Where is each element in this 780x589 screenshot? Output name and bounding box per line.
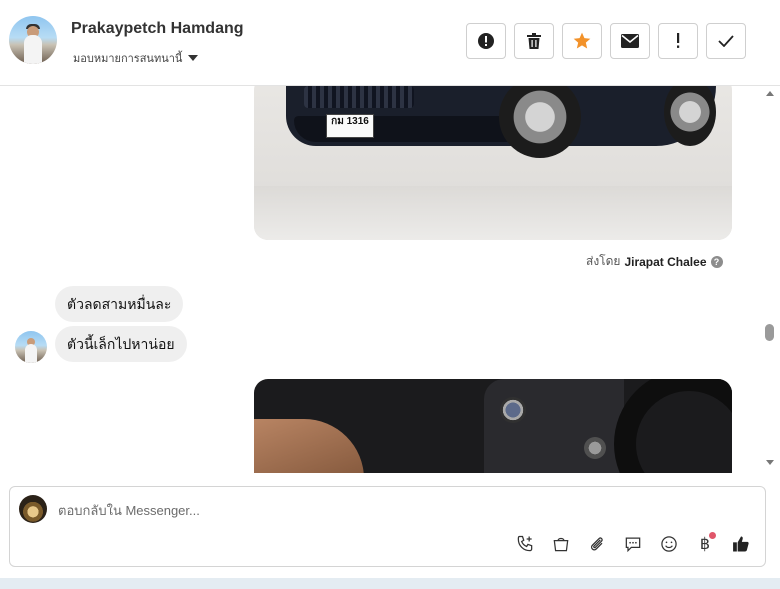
- assign-label: มอบหมายการสนทนานี้: [73, 53, 183, 65]
- emoji-icon[interactable]: [657, 532, 681, 556]
- check-icon: [718, 35, 734, 47]
- scroll-thumb[interactable]: [765, 324, 774, 341]
- composer-tools: ฿: [513, 532, 753, 556]
- interior-photo-attachment[interactable]: [254, 379, 732, 473]
- message-bubble[interactable]: ตัวนี้เล็กไปหาน่อย: [55, 326, 187, 362]
- window-bottom-edge: [0, 578, 780, 589]
- photo-detail: [614, 379, 732, 473]
- trash-icon: [527, 33, 541, 49]
- star-button[interactable]: [562, 23, 602, 59]
- thread-header: Prakaypetch Hamdang มอบหมายการสนทนานี้: [0, 0, 780, 86]
- scrollbar[interactable]: [762, 86, 778, 473]
- shopping-bag-icon[interactable]: [549, 532, 573, 556]
- avatar-detail: [25, 344, 37, 363]
- mark-unread-button[interactable]: [610, 23, 650, 59]
- envelope-icon: [621, 34, 639, 48]
- baht-icon[interactable]: ฿: [693, 532, 717, 556]
- mark-done-button[interactable]: [706, 23, 746, 59]
- mark-important-button[interactable]: [658, 23, 698, 59]
- scroll-up-arrow-icon[interactable]: [766, 91, 774, 96]
- inbox-thread-panel: Prakaypetch Hamdang มอบหมายการสนทนานี้ ก…: [0, 0, 780, 578]
- photo-detail: [254, 419, 364, 473]
- notification-dot: [709, 532, 716, 539]
- scroll-down-arrow-icon[interactable]: [766, 460, 774, 465]
- contact-name[interactable]: Prakaypetch Hamdang: [71, 20, 244, 38]
- caret-down-icon: [188, 55, 199, 61]
- avatar-detail: [24, 35, 42, 64]
- delete-button[interactable]: [514, 23, 554, 59]
- alert-circle-icon: [478, 33, 494, 49]
- contact-avatar-small: [15, 331, 47, 363]
- photo-detail: [664, 86, 716, 146]
- sent-by-line: ส่งโดย Jirapat Chalee ?: [586, 252, 723, 271]
- photo-detail: [584, 437, 606, 459]
- exclamation-icon: [677, 33, 680, 48]
- question-icon[interactable]: ?: [710, 255, 723, 268]
- paperclip-icon[interactable]: [585, 532, 609, 556]
- reply-composer: ฿: [9, 486, 766, 567]
- message-bubble[interactable]: ตัวลดสามหมื่นละ: [55, 286, 184, 322]
- star-icon: [573, 32, 591, 49]
- photo-detail: [304, 86, 414, 108]
- license-plate: กม 1316: [326, 114, 374, 138]
- assign-conversation-dropdown[interactable]: มอบหมายการสนทนานี้: [73, 49, 199, 67]
- message-list[interactable]: กม 1316 ส่งโดย Jirapat Chalee ? ตัวลดสาม…: [0, 86, 780, 473]
- thread-actions: [466, 23, 746, 59]
- photo-detail: [499, 86, 581, 158]
- photo-detail: [254, 186, 732, 240]
- page-avatar: [19, 495, 47, 523]
- sent-by-prefix: ส่งโดย: [586, 254, 621, 268]
- reply-input[interactable]: [58, 500, 748, 520]
- contact-avatar[interactable]: [9, 16, 57, 64]
- call-add-icon[interactable]: [513, 532, 537, 556]
- photo-detail: [484, 379, 624, 473]
- sent-by-name: Jirapat Chalee: [624, 254, 707, 269]
- report-button[interactable]: [466, 23, 506, 59]
- photo-detail: [500, 397, 526, 423]
- thumbs-up-icon[interactable]: [729, 532, 753, 556]
- chat-bubble-icon[interactable]: [621, 532, 645, 556]
- plate-text: กม 1316: [331, 116, 369, 127]
- car-photo-attachment[interactable]: กม 1316: [254, 86, 732, 240]
